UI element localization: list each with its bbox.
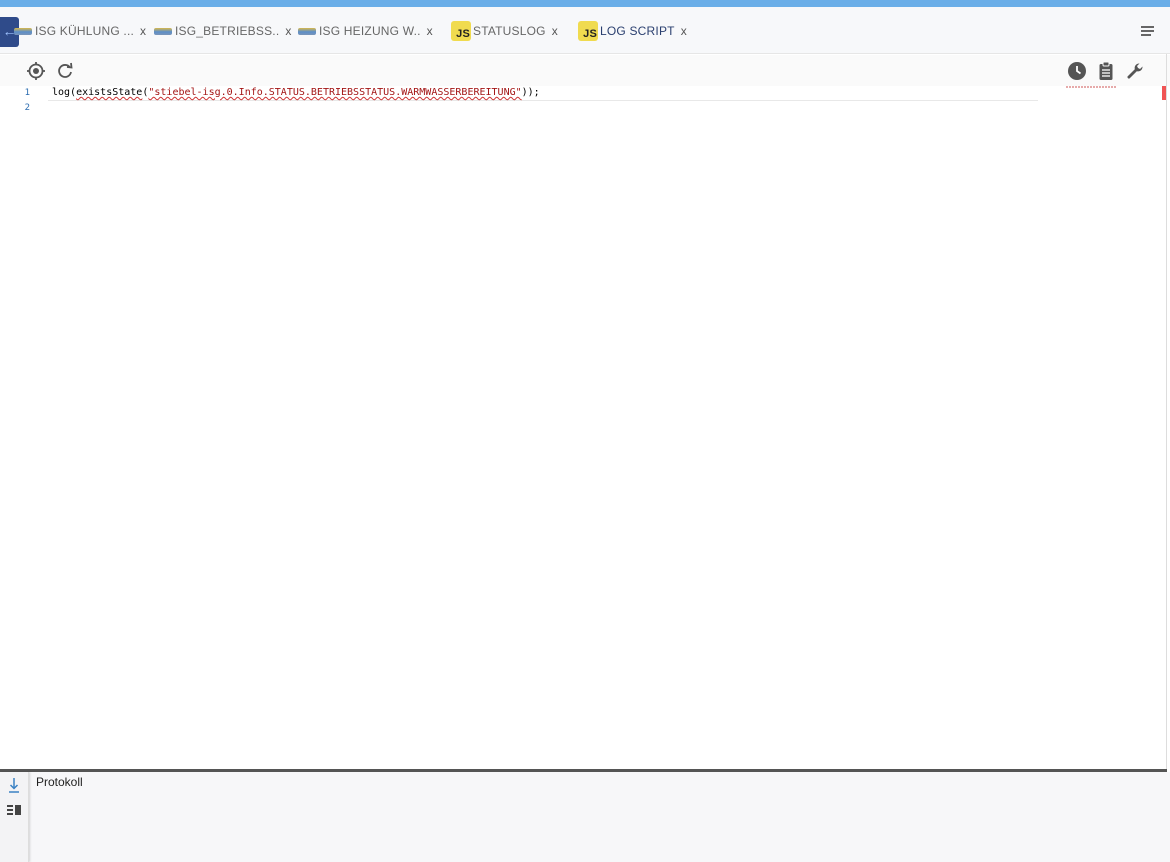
tab-isg-kuehlung[interactable]: ISG KÜHLUNG ... x [14,18,146,44]
tab-close-button[interactable]: x [140,24,146,38]
flag-icon [14,27,32,35]
tab-bar: ← ISG KÜHLUNG ... x ISG_BETRIEBSS.. x IS… [0,7,1170,56]
code-token-string: "stiebel-isg.0.Info.STATUS.BETRIEBSSTATU… [148,87,522,98]
tab-label: LOG SCRIPT [600,24,675,38]
tab-label: ISG_BETRIEBSS.. [175,24,280,38]
tab-close-button[interactable]: x [552,24,558,38]
top-accent-bar [0,0,1170,7]
minimap[interactable] [1066,86,1116,88]
toggle-columns-icon[interactable] [6,803,22,817]
log-panel-title: Protokoll [36,775,83,789]
code-token: log( [52,87,77,98]
flag-icon [298,27,316,35]
js-icon: JS [578,21,598,41]
code-line-1[interactable]: log(existsState("stiebel-isg.0.Info.STAT… [52,87,540,98]
crosshair-icon[interactable] [26,61,46,81]
line-number: 1 [24,88,30,98]
tab-close-button[interactable]: x [427,24,433,38]
log-panel: Protokoll [0,772,1170,862]
tab-isg-heizung[interactable]: ISG HEIZUNG W.. x [298,18,433,44]
js-icon: JS [451,21,471,41]
tab-label: ISG HEIZUNG W.. [319,24,421,38]
tab-label: ISG KÜHLUNG ... [35,24,135,38]
editor-toolbar [0,55,1170,86]
code-token: )); [521,87,540,98]
scroll-down-icon[interactable] [7,777,21,793]
code-editor[interactable]: 1 2 log(existsState("stiebel-isg.0.Info.… [0,86,1160,769]
wrench-icon[interactable] [1125,61,1145,81]
tab-log-script[interactable]: JS LOG SCRIPT x [578,18,687,44]
tab-statuslog[interactable]: JS STATUSLOG x [451,18,558,44]
flag-icon [154,27,172,35]
menu-icon[interactable] [1141,26,1154,38]
scrollbar-track[interactable] [1166,54,1167,770]
clipboard-icon[interactable] [1096,61,1116,81]
clock-icon[interactable] [1067,61,1087,81]
code-token-function: existsState [76,87,143,98]
refresh-icon[interactable] [55,61,75,81]
tab-isg-betriebsstatus[interactable]: ISG_BETRIEBSS.. x [154,18,292,44]
line-number: 2 [24,103,30,113]
tab-close-button[interactable]: x [285,24,291,38]
tab-close-button[interactable]: x [681,24,687,38]
log-sidebar [0,772,29,862]
tab-label: STATUSLOG [473,24,546,38]
